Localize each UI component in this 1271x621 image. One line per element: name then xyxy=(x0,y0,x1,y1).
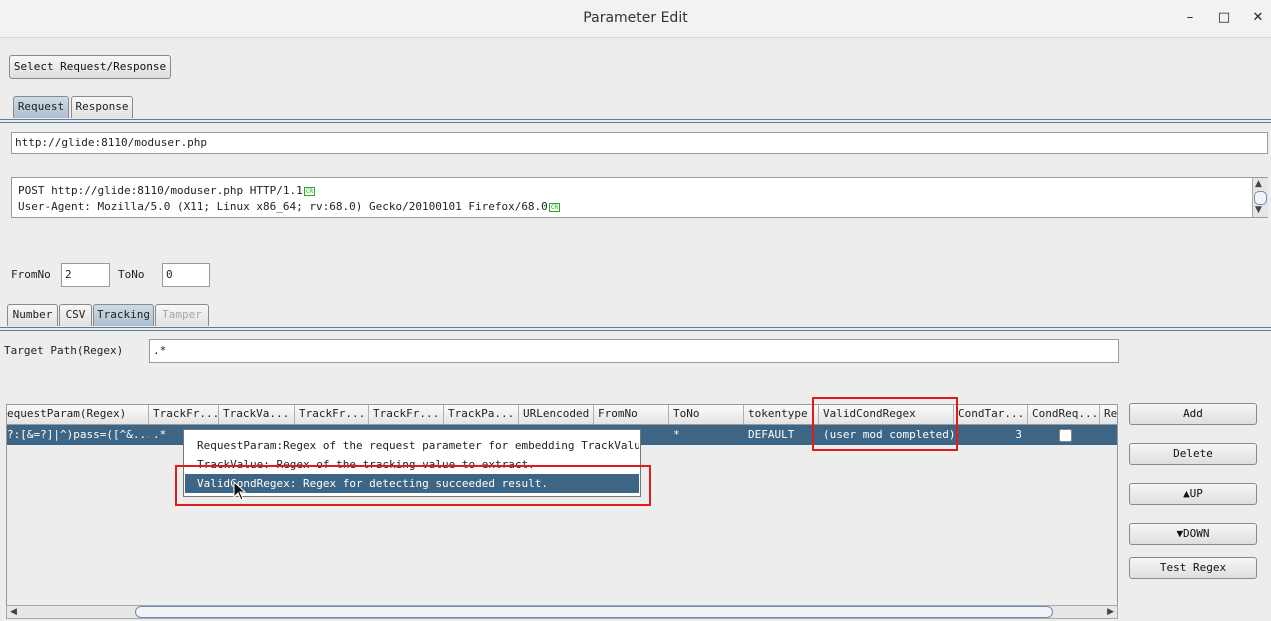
from-no-field[interactable]: 2 xyxy=(61,263,110,287)
request-vertical-scrollbar[interactable]: ▲ ▼ xyxy=(1252,178,1268,217)
close-icon[interactable]: ✕ xyxy=(1250,10,1266,26)
scroll-up-icon[interactable]: ▲ xyxy=(1255,179,1262,189)
cr-marker: CR xyxy=(548,202,561,212)
target-path-field[interactable]: .* xyxy=(149,339,1119,363)
column-header[interactable]: TrackVa... xyxy=(219,405,295,424)
cell-to-no[interactable]: * xyxy=(669,425,744,445)
tab-separator xyxy=(0,327,1271,328)
minimize-icon[interactable]: – xyxy=(1182,10,1198,26)
column-header[interactable]: CondTar... xyxy=(954,405,1028,424)
delete-button[interactable]: Delete xyxy=(1129,443,1257,465)
column-header[interactable]: equestParam(Regex) xyxy=(7,405,149,424)
column-header[interactable]: ToNo xyxy=(669,405,744,424)
from-no-label: FromNo xyxy=(11,268,51,281)
test-regex-button[interactable]: Test Regex xyxy=(1129,557,1257,579)
column-header[interactable]: TrackFr... xyxy=(149,405,219,424)
valid-cond-regex-highlight xyxy=(812,397,958,451)
tab-request[interactable]: Request xyxy=(13,96,69,118)
up-button[interactable]: ▲UP xyxy=(1129,483,1257,505)
to-no-field[interactable]: 0 xyxy=(162,263,210,287)
window-title: Parameter Edit xyxy=(583,10,688,26)
mouse-cursor-icon xyxy=(233,481,247,501)
scroll-left-icon[interactable]: ◀ xyxy=(10,606,17,618)
tooltip-line: RequestParam:Regex of the request parame… xyxy=(197,439,639,452)
request-line: User-Agent: Mozilla/5.0 (X11; Linux x86_… xyxy=(18,200,561,213)
add-button[interactable]: Add xyxy=(1129,403,1257,425)
tab-separator xyxy=(0,122,1271,123)
scroll-down-icon[interactable]: ▼ xyxy=(1255,205,1262,215)
to-no-label: ToNo xyxy=(118,268,145,281)
column-header[interactable]: CondReq... xyxy=(1028,405,1100,424)
column-header[interactable]: TrackPa... xyxy=(444,405,519,424)
column-header[interactable]: tokentype xyxy=(744,405,819,424)
table-horizontal-scrollbar[interactable]: ◀ ▶ xyxy=(6,605,1118,619)
request-line: POST http://glide:8110/moduser.php HTTP/… xyxy=(18,184,316,197)
cond-request-checkbox[interactable] xyxy=(1059,429,1072,442)
column-header[interactable]: URLencoded xyxy=(519,405,594,424)
tab-separator xyxy=(0,330,1271,331)
tab-response[interactable]: Response xyxy=(71,96,133,118)
tab-separator xyxy=(0,119,1271,120)
cell-tokentype[interactable]: DEFAULT xyxy=(744,425,819,445)
tab-tamper: Tamper xyxy=(155,304,209,326)
scroll-thumb[interactable] xyxy=(135,606,1053,618)
request-text-area[interactable]: POST http://glide:8110/moduser.php HTTP/… xyxy=(11,177,1268,218)
url-field[interactable]: http://glide:8110/moduser.php xyxy=(11,132,1268,154)
column-header[interactable]: FromNo xyxy=(594,405,669,424)
down-button[interactable]: ▼DOWN xyxy=(1129,523,1257,545)
cr-marker: CR xyxy=(303,186,316,196)
scroll-thumb[interactable] xyxy=(1254,191,1267,205)
cell-cond-target[interactable]: 3 xyxy=(954,425,1028,445)
maximize-icon[interactable]: □ xyxy=(1216,10,1232,26)
column-header[interactable]: Re xyxy=(1100,405,1117,424)
tab-tracking[interactable]: Tracking xyxy=(93,304,154,326)
tab-csv[interactable]: CSV xyxy=(59,304,92,326)
column-header[interactable]: TrackFr... xyxy=(295,405,369,424)
column-header[interactable]: TrackFr... xyxy=(369,405,444,424)
tab-number[interactable]: Number xyxy=(7,304,58,326)
target-path-label: Target Path(Regex) xyxy=(4,344,124,357)
scroll-right-icon[interactable]: ▶ xyxy=(1107,606,1114,618)
cell-request-param[interactable]: ?:[&=?]|^)pass=([^&... xyxy=(7,425,149,445)
select-request-response-button[interactable]: Select Request/Response xyxy=(9,55,171,79)
